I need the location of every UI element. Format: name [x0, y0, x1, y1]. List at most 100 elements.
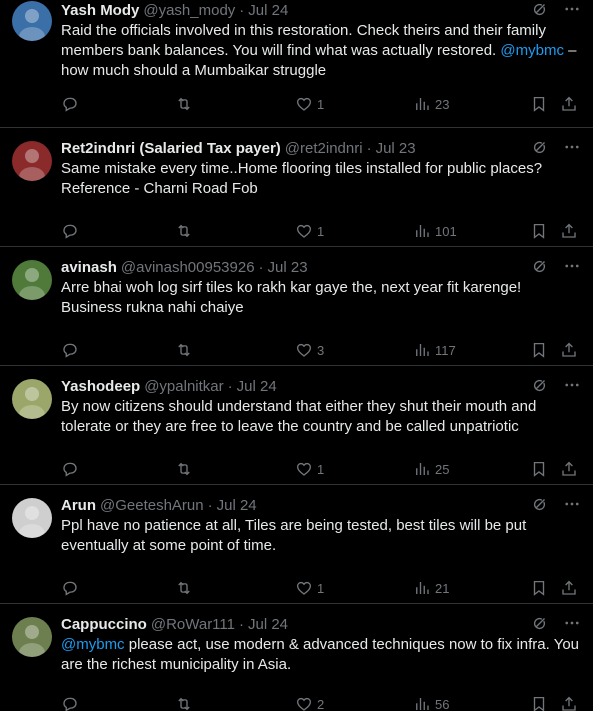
- separator-dot: ·: [239, 1, 245, 19]
- user-name[interactable]: Arun: [61, 497, 96, 514]
- avatar[interactable]: [12, 260, 52, 300]
- reply-button[interactable]: [61, 95, 79, 113]
- tweet-date[interactable]: Jul 24: [248, 616, 288, 633]
- like-button[interactable]: 1: [295, 460, 324, 478]
- more-options-icon[interactable]: [563, 257, 581, 275]
- tweet[interactable]: Arun @GeeteshArun · Jul 24 Ppl have no p…: [0, 485, 593, 604]
- separator-dot: ·: [207, 496, 213, 514]
- tweet-date[interactable]: Jul 23: [376, 140, 416, 157]
- tweet[interactable]: avinash @avinash00953926 · Jul 23 Arre b…: [0, 247, 593, 366]
- user-handle[interactable]: @yash_mody: [143, 2, 235, 19]
- retweet-button[interactable]: [175, 222, 193, 240]
- views-button[interactable]: 117: [413, 341, 456, 359]
- tweet-text: Same mistake every time..Home flooring t…: [61, 159, 581, 199]
- tweet-date[interactable]: Jul 24: [248, 2, 288, 19]
- retweet-button[interactable]: [175, 695, 193, 711]
- tweet[interactable]: Ret2indnri (Salaried Tax payer) @ret2ind…: [0, 128, 593, 247]
- reply-button[interactable]: [61, 579, 79, 597]
- like-count: 1: [317, 223, 325, 239]
- views-button[interactable]: 23: [413, 95, 449, 113]
- avatar[interactable]: [12, 141, 52, 181]
- tweet[interactable]: Yash Mody @yash_mody · Jul 24 Raid the o…: [0, 0, 593, 128]
- avatar[interactable]: [12, 498, 52, 538]
- user-name[interactable]: Cappuccino: [61, 616, 147, 633]
- tweet-date[interactable]: Jul 23: [268, 259, 308, 276]
- bookmark-button[interactable]: [530, 460, 548, 478]
- views-icon: [416, 225, 429, 237]
- like-button[interactable]: 2: [295, 695, 324, 711]
- views-button[interactable]: 56: [413, 695, 449, 711]
- tweet-date[interactable]: Jul 24: [217, 497, 257, 514]
- bookmark-button[interactable]: [530, 579, 548, 597]
- views-button[interactable]: 25: [413, 460, 449, 478]
- mention-link[interactable]: @mybmc: [61, 636, 125, 653]
- grok-icon[interactable]: [531, 138, 549, 156]
- user-name[interactable]: Ret2indnri (Salaried Tax payer): [61, 140, 281, 157]
- retweet-button[interactable]: [175, 95, 193, 113]
- bookmark-button[interactable]: [530, 222, 548, 240]
- bookmark-button[interactable]: [530, 695, 548, 711]
- user-name[interactable]: avinash: [61, 259, 117, 276]
- user-name[interactable]: Yashodeep: [61, 378, 140, 395]
- reply-button[interactable]: [61, 695, 79, 711]
- reply-button[interactable]: [61, 222, 79, 240]
- more-options-icon[interactable]: [563, 376, 581, 394]
- retweet-icon: [178, 224, 190, 238]
- grok-icon[interactable]: [531, 0, 549, 18]
- share-button[interactable]: [560, 695, 578, 711]
- tweet-header: Ret2indnri (Salaried Tax payer) @ret2ind…: [61, 138, 581, 158]
- share-button[interactable]: [560, 222, 578, 240]
- user-handle[interactable]: @ret2indnri: [285, 140, 363, 157]
- like-button[interactable]: 1: [295, 95, 324, 113]
- user-handle[interactable]: @GeeteshArun: [100, 497, 204, 514]
- grok-icon[interactable]: [531, 376, 549, 394]
- user-handle[interactable]: @avinash00953926: [121, 259, 255, 276]
- heart-icon: [296, 581, 312, 595]
- share-button[interactable]: [560, 341, 578, 359]
- bookmark-button[interactable]: [530, 341, 548, 359]
- share-button[interactable]: [560, 95, 578, 113]
- share-button[interactable]: [560, 579, 578, 597]
- more-options-icon[interactable]: [563, 495, 581, 513]
- share-icon: [562, 461, 576, 476]
- tweet[interactable]: Cappuccino @RoWar111 · Jul 24 @mybmc ple…: [0, 604, 593, 711]
- more-options-icon[interactable]: [563, 614, 581, 632]
- more-options-icon[interactable]: [563, 0, 581, 18]
- avatar[interactable]: [12, 379, 52, 419]
- reply-button[interactable]: [61, 341, 79, 359]
- bookmark-button[interactable]: [530, 95, 548, 113]
- user-handle[interactable]: @ypalnitkar: [144, 378, 223, 395]
- views-button[interactable]: 101: [413, 222, 457, 240]
- tweet-header: Yash Mody @yash_mody · Jul 24: [61, 0, 581, 20]
- grok-icon[interactable]: [531, 495, 549, 513]
- like-button[interactable]: 3: [295, 341, 324, 359]
- view-count: 23: [435, 96, 450, 112]
- share-button[interactable]: [560, 460, 578, 478]
- avatar[interactable]: [12, 1, 52, 41]
- user-handle[interactable]: @RoWar111: [151, 616, 235, 633]
- like-count: 1: [317, 461, 325, 477]
- view-count: 117: [435, 342, 456, 358]
- tweet-header: Yashodeep @ypalnitkar · Jul 24: [61, 376, 581, 396]
- more-options-icon[interactable]: [563, 138, 581, 156]
- grok-icon[interactable]: [531, 257, 549, 275]
- tweet[interactable]: Yashodeep @ypalnitkar · Jul 24 By now ci…: [0, 366, 593, 485]
- user-name[interactable]: Yash Mody: [61, 2, 139, 19]
- retweet-button[interactable]: [175, 460, 193, 478]
- reply-button[interactable]: [61, 460, 79, 478]
- share-icon: [562, 580, 576, 595]
- views-button[interactable]: 21: [413, 579, 449, 597]
- retweet-button[interactable]: [175, 341, 193, 359]
- like-count: 3: [317, 342, 325, 358]
- separator-dot: ·: [238, 615, 244, 633]
- like-button[interactable]: 1: [295, 222, 324, 240]
- bookmark-icon: [533, 342, 545, 358]
- tweet-date[interactable]: Jul 24: [237, 378, 277, 395]
- avatar[interactable]: [12, 617, 52, 657]
- retweet-icon: [178, 97, 190, 111]
- grok-icon[interactable]: [531, 614, 549, 632]
- retweet-button[interactable]: [175, 579, 193, 597]
- tweet-actions: 1 101: [61, 221, 581, 241]
- like-button[interactable]: 1: [295, 579, 324, 597]
- mention-link[interactable]: @mybmc: [500, 42, 564, 59]
